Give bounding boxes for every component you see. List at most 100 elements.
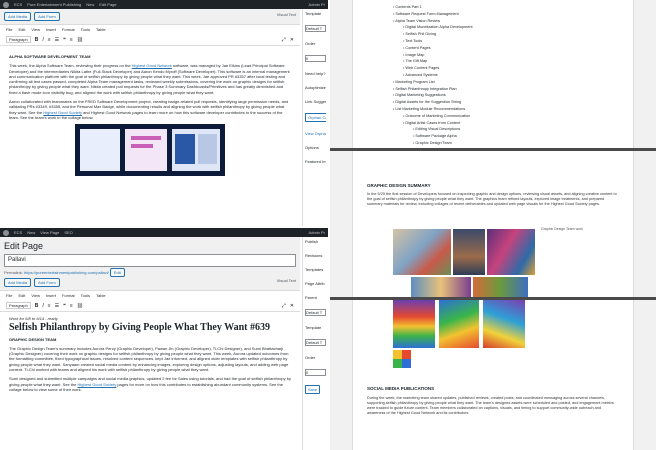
featured-image-panel[interactable]: Featured Im (305, 159, 326, 164)
link-icon[interactable]: ⛓ (77, 37, 83, 43)
add-form-button[interactable]: Add Form (34, 278, 60, 287)
number-list-icon[interactable]: ☰ (55, 303, 59, 309)
menu-tools[interactable]: Tools (81, 293, 90, 298)
template-select[interactable]: Default T (305, 339, 326, 346)
templates-label[interactable]: Templates (305, 267, 326, 272)
close-icon[interactable]: ✕ (290, 37, 294, 43)
admin-bar-item[interactable]: View Page (40, 230, 59, 235)
tab-text[interactable]: Text (289, 12, 296, 17)
close-icon[interactable]: ✕ (290, 303, 294, 309)
toc-item[interactable]: Selfish Phil Giving (393, 31, 633, 38)
tab-text[interactable]: Text (289, 278, 296, 283)
menu-edit[interactable]: Edit (18, 27, 25, 32)
fullscreen-icon[interactable]: ⤢ (282, 37, 286, 43)
bold-icon[interactable]: B (35, 37, 39, 43)
menu-tools[interactable]: Tools (81, 27, 90, 32)
menu-file[interactable]: File (6, 27, 12, 32)
paragraph-select[interactable]: Paragraph (6, 36, 31, 43)
add-form-button[interactable]: Add Form (34, 12, 60, 21)
menu-view[interactable]: View (31, 293, 40, 298)
publish-panel[interactable]: Publish (305, 239, 326, 244)
blockquote-icon[interactable]: ❝ (63, 37, 66, 43)
menu-insert[interactable]: Insert (46, 293, 56, 298)
menu-edit[interactable]: Edit (18, 293, 25, 298)
paragraph-select[interactable]: Paragraph (6, 302, 31, 309)
page-attributes-panel[interactable]: Page Attrib (305, 281, 326, 286)
toc-item[interactable]: Alpha Team Vision Review (393, 18, 633, 25)
order-input[interactable]: 0 (305, 55, 326, 62)
fullscreen-icon[interactable]: ⤢ (282, 303, 286, 309)
view-orphans-link[interactable]: View Orphans (305, 131, 326, 136)
toc-item[interactable]: Editing Visual Descriptions (393, 126, 633, 133)
options-panel[interactable]: Options (305, 145, 326, 150)
toc-item[interactable]: Web Content Pages (393, 65, 633, 72)
menu-file[interactable]: File (6, 293, 12, 298)
howdy-user[interactable]: Admin Pr (309, 2, 325, 7)
toc-item[interactable]: Contents Part 1 (393, 4, 633, 11)
template-select[interactable]: Default T (305, 25, 326, 32)
align-left-icon[interactable]: ≡ (70, 37, 73, 43)
autoptimize-panel[interactable]: Autoptimize (305, 85, 326, 90)
menu-view[interactable]: View (31, 27, 40, 32)
tab-visual[interactable]: Visual (277, 278, 288, 283)
toc-item[interactable]: Outcome of Marketing Communication (393, 113, 633, 120)
toc-item[interactable]: Digital Artist Cases from Content (393, 120, 633, 127)
toc-item[interactable]: Software Package Alpha (393, 133, 633, 140)
permalink-url[interactable]: https://pureentertainmentpublishing.com/… (24, 270, 109, 275)
link-icon[interactable]: ⛓ (77, 303, 83, 309)
tab-visual[interactable]: Visual (277, 12, 288, 17)
revisions-label[interactable]: Revisions (305, 253, 326, 258)
toc-item[interactable]: Content Pages (393, 45, 633, 52)
toc-item[interactable]: Digital Monetization Alpha Development (393, 24, 633, 31)
menu-table[interactable]: Table (96, 27, 106, 32)
toc-item[interactable]: Text Tools (393, 38, 633, 45)
blockquote-icon[interactable]: ❝ (63, 303, 66, 309)
number-list-icon[interactable]: ☰ (55, 37, 59, 43)
title-input[interactable]: Pallavi (4, 254, 296, 267)
content-link[interactable]: Highest Good Society (43, 110, 82, 115)
link-suggest-panel[interactable]: Link Sugges (305, 99, 326, 104)
wordpress-icon[interactable] (3, 1, 9, 8)
toc-item[interactable]: Digital Marketing Suggestions (393, 92, 633, 99)
add-media-button[interactable]: Add Media (4, 278, 32, 287)
permalink-edit-button[interactable]: Edit (109, 268, 125, 277)
toc-item[interactable]: List Marketing Module Recommendations (393, 106, 633, 113)
toc-item[interactable]: The Gift Map (393, 58, 633, 65)
editor-content[interactable]: Work for 6/8 to 6/14 - ready Selfish Phi… (0, 312, 300, 450)
toc-item[interactable]: Selfish Philanthropy Integration Plan (393, 86, 633, 93)
admin-bar-item[interactable]: Edit Page (99, 2, 116, 7)
toc-item[interactable]: Software Request Form Management (393, 11, 633, 18)
italic-icon[interactable]: I (42, 37, 43, 43)
menu-insert[interactable]: Insert (46, 27, 56, 32)
admin-bar-item[interactable]: New (86, 2, 94, 7)
bullet-list-icon[interactable]: ≡ (48, 37, 51, 43)
toc-item[interactable]: Graphic Design Team (393, 140, 633, 147)
menu-format[interactable]: Format (62, 27, 75, 32)
toc-item[interactable]: Digital Assets for the Suggestion String (393, 99, 633, 106)
toc-item[interactable]: Marketing Program List (393, 79, 633, 86)
menu-format[interactable]: Format (62, 293, 75, 298)
admin-bar-item[interactable]: ECS (14, 230, 22, 235)
italic-icon[interactable]: I (42, 303, 43, 309)
admin-bar-item[interactable]: Pure Entertainment Publishing (27, 2, 81, 7)
content-link[interactable]: Highest Good Network (132, 63, 172, 68)
menu-table[interactable]: Table (96, 293, 106, 298)
admin-bar-item[interactable]: New (27, 230, 35, 235)
orphan-content-button[interactable]: Orphan Cont (305, 113, 326, 122)
parent-select[interactable]: Default T (305, 309, 326, 316)
howdy-user[interactable]: Admin Pr (309, 230, 325, 235)
toc-item[interactable]: Advanced Systems (393, 72, 633, 79)
editor-content[interactable]: ALPHA SOFTWARE DEVELOPMENT TEAM This wee… (0, 46, 300, 226)
align-left-icon[interactable]: ≡ (70, 303, 73, 309)
order-input[interactable]: 0 (305, 369, 326, 376)
admin-bar-item[interactable]: SEO (64, 230, 72, 235)
admin-bar-item[interactable]: ECS (14, 2, 22, 7)
add-media-button[interactable]: Add Media (4, 12, 32, 21)
save-button[interactable]: Save (305, 385, 321, 394)
content-link[interactable]: Highest Good Society (78, 382, 117, 387)
admin-bar: ECS Pure Entertainment Publishing New Ed… (0, 0, 328, 9)
wordpress-icon[interactable] (3, 229, 9, 236)
toc-item[interactable]: Image Map (393, 52, 633, 59)
bullet-list-icon[interactable]: ≡ (48, 303, 51, 309)
bold-icon[interactable]: B (35, 303, 39, 309)
